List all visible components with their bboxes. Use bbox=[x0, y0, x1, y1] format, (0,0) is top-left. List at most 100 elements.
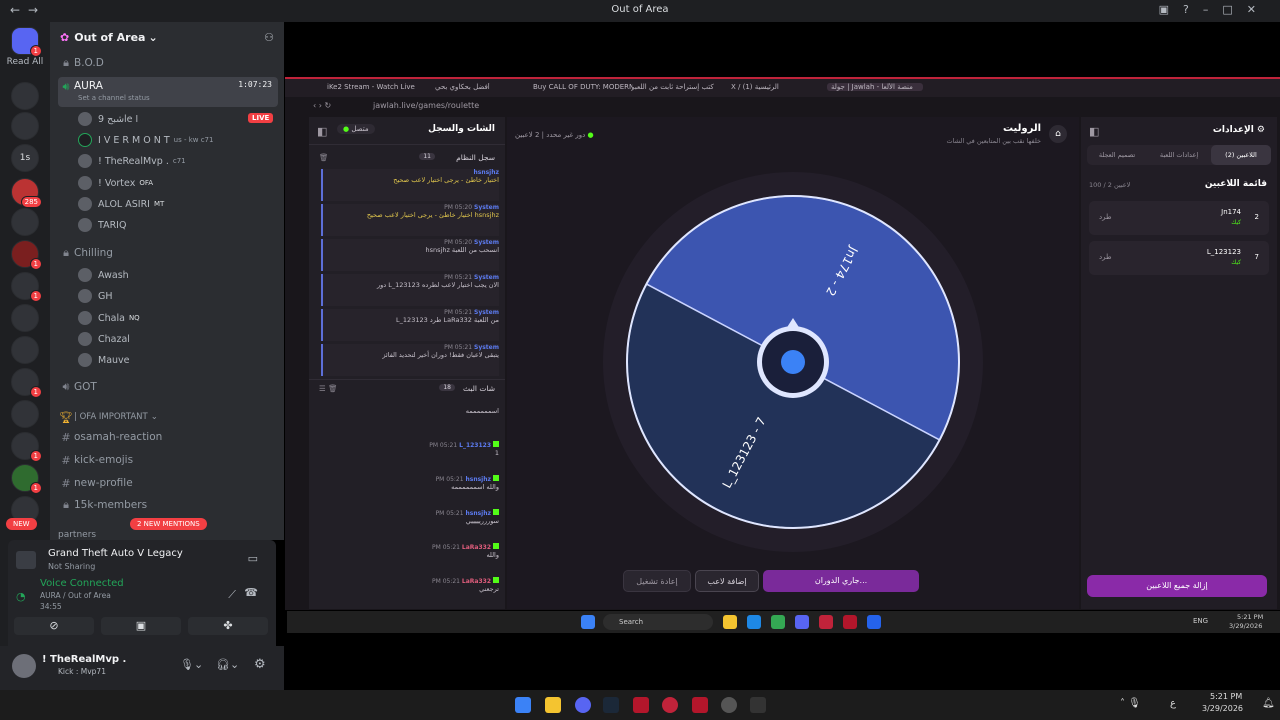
settings-gear-icon[interactable]: ⚙ bbox=[254, 657, 266, 672]
voice-channel-bod[interactable]: 🔒︎ B.O.D bbox=[58, 53, 278, 73]
stream-icon[interactable]: ▭ bbox=[248, 552, 258, 565]
browser-tab[interactable]: Buy CALL OF DUTY: MODERN bbox=[533, 83, 633, 91]
voice-channel-aura[interactable]: 🔊︎ AURA 1:07:23 Set a channel status bbox=[58, 77, 278, 107]
server-icon[interactable] bbox=[11, 112, 39, 140]
kick-button[interactable]: طرد bbox=[1099, 213, 1112, 221]
collapse-icon[interactable]: ◧ bbox=[1089, 125, 1099, 138]
server-icon[interactable] bbox=[11, 208, 39, 236]
voice-channel-chilling[interactable]: 🔒︎ Chilling bbox=[58, 243, 278, 263]
windows-start-icon[interactable] bbox=[515, 697, 531, 713]
app-icon[interactable] bbox=[692, 697, 708, 713]
server-icon[interactable] bbox=[11, 304, 39, 332]
discord-icon[interactable] bbox=[575, 697, 591, 713]
camera-off-button[interactable]: ⊘ bbox=[14, 617, 94, 635]
file-explorer-icon[interactable] bbox=[723, 615, 737, 629]
disconnect-icon[interactable]: ☎ bbox=[244, 586, 258, 599]
tab-game-settings[interactable]: إعدادات اللعبة bbox=[1149, 145, 1209, 165]
voice-user[interactable]: ! TheRealMvp . c71 bbox=[78, 152, 186, 170]
address-bar[interactable]: ‹ › ↻ jawlah.live/games/roulette bbox=[285, 97, 1280, 115]
server-icon[interactable]: 1 bbox=[11, 240, 42, 270]
app-icon[interactable] bbox=[867, 615, 881, 629]
noise-suppression-icon[interactable]: ⟋ bbox=[228, 588, 236, 602]
mic-icon[interactable]: 🎙︎⌄ bbox=[180, 658, 203, 671]
voice-user[interactable]: شبح 9le ا bbox=[78, 110, 138, 128]
voice-user[interactable]: Chala NQ bbox=[78, 309, 140, 327]
server-icon[interactable]: 1 bbox=[11, 272, 42, 302]
menu-icon[interactable]: ☰ 🗑︎ bbox=[319, 384, 338, 393]
user-name: ! TheRealMvp . bbox=[42, 654, 127, 665]
category-partners[interactable]: partners bbox=[58, 530, 96, 540]
server-icon[interactable]: 1 bbox=[11, 368, 42, 398]
browser-tab[interactable]: كتب إستراحة ثابت من اللعبر bbox=[631, 83, 731, 91]
headphones-icon[interactable]: 🎧︎⌄ bbox=[216, 658, 239, 671]
voice-user[interactable]: Awash bbox=[78, 266, 129, 284]
browser-tab-active[interactable]: جولة | Jawlah - منصة الألعا bbox=[827, 83, 923, 91]
new-mentions-pill[interactable]: 2 NEW MENTIONS bbox=[130, 518, 207, 530]
app-icon[interactable] bbox=[633, 697, 649, 713]
text-channel[interactable]: 🔒︎ 15k-members bbox=[58, 495, 278, 515]
server-icon[interactable] bbox=[11, 336, 39, 364]
restart-button[interactable]: إعادة تشغيل bbox=[623, 570, 691, 592]
app-icon[interactable] bbox=[843, 615, 857, 629]
signal-icon: ◔ bbox=[16, 590, 26, 603]
app-icon[interactable] bbox=[721, 697, 737, 713]
screen-share-button[interactable]: ▣ bbox=[101, 617, 181, 635]
activities-button[interactable]: ✤ bbox=[188, 617, 268, 635]
roulette-wheel[interactable]: Jn174 - 2L_123123 - 7 bbox=[507, 117, 1079, 609]
browser-tab[interactable]: X / (1) الرئيسية bbox=[731, 83, 831, 91]
chrome-icon[interactable] bbox=[771, 615, 785, 629]
voice-user[interactable]: I V E R M O N Tus - kw c71 bbox=[78, 131, 213, 149]
hash-icon: # bbox=[61, 430, 71, 444]
text-channel[interactable]: # new-profile bbox=[58, 473, 278, 493]
voice-user[interactable]: Chazal bbox=[78, 330, 130, 348]
voice-user[interactable]: TARIQ bbox=[78, 216, 126, 234]
server-icon[interactable] bbox=[11, 82, 39, 110]
tab-wheel-design[interactable]: تصميم العجلة bbox=[1087, 145, 1147, 165]
server-icon[interactable]: 285 bbox=[11, 178, 42, 208]
guild-header[interactable]: ✿ Out of Area ⌄ ⚇ bbox=[50, 22, 284, 52]
browser-tab[interactable]: أفضل بحكاوي بحي bbox=[435, 83, 535, 91]
add-member-icon: ⚇ bbox=[264, 30, 274, 44]
discord-home-icon[interactable]: 1 bbox=[11, 27, 42, 57]
voice-user[interactable]: Mauve bbox=[78, 351, 130, 369]
read-all-button[interactable]: Read All bbox=[4, 57, 46, 67]
spinning-button[interactable]: جاري الدوران... bbox=[763, 570, 919, 592]
trash-icon[interactable]: 🗑︎ bbox=[319, 153, 329, 162]
voice-user[interactable]: GH bbox=[78, 287, 113, 305]
steam-icon[interactable] bbox=[603, 697, 619, 713]
server-icon[interactable] bbox=[11, 400, 39, 428]
add-player-button[interactable]: إضافة لاعب bbox=[695, 570, 759, 592]
window-controls-icon[interactable]: ▣?–□✕ bbox=[1159, 3, 1270, 16]
language-indicator[interactable]: ENG bbox=[1193, 617, 1208, 625]
text-channel[interactable]: # osamah-reaction bbox=[58, 427, 278, 447]
trophy-icon: 🏆︎ bbox=[59, 410, 73, 424]
voice-user[interactable]: ALOL ASIRI MT bbox=[78, 195, 164, 213]
avatar[interactable] bbox=[12, 654, 36, 678]
opera-icon[interactable] bbox=[662, 697, 678, 713]
search-box[interactable]: Search bbox=[603, 614, 713, 630]
language-indicator[interactable]: ع bbox=[1170, 698, 1176, 709]
new-pill[interactable]: NEW bbox=[6, 518, 37, 530]
remove-all-players-button[interactable]: إزالة جميع اللاعبين bbox=[1087, 575, 1267, 597]
kick-button[interactable]: طرد bbox=[1099, 253, 1112, 261]
tray-icons[interactable]: ˄ 🎙︎ bbox=[1120, 698, 1141, 709]
notification-icon[interactable]: 🔔︎ bbox=[1262, 698, 1275, 709]
app-icon[interactable] bbox=[750, 697, 766, 713]
category-ofa-important[interactable]: 🏆︎ | OFA IMPORTANT ⌄ bbox=[58, 407, 278, 427]
speaker-icon: 🔊︎ bbox=[62, 380, 70, 393]
collapse-icon[interactable]: ◧ bbox=[317, 125, 327, 138]
edge-icon[interactable] bbox=[747, 615, 761, 629]
discord-icon[interactable] bbox=[795, 615, 809, 629]
voice-user[interactable]: ! Vortex OFA bbox=[78, 174, 153, 192]
file-explorer-icon[interactable] bbox=[545, 697, 561, 713]
server-icon[interactable]: 1s bbox=[11, 144, 39, 172]
roulette-main: ⌂ الروليت خلفها نقب بين المتابعين في الش… bbox=[507, 117, 1079, 609]
windows-start-icon[interactable] bbox=[581, 615, 595, 629]
voice-channel-got[interactable]: 🔊︎ GOT bbox=[58, 377, 278, 397]
browser-tab[interactable]: iKe2 Stream - Watch Live bbox=[327, 83, 427, 91]
text-channel[interactable]: # kick-emojis bbox=[58, 450, 278, 470]
opera-icon[interactable] bbox=[819, 615, 833, 629]
server-icon[interactable]: 1 bbox=[11, 464, 42, 494]
tab-players[interactable]: اللاعبين (2) bbox=[1211, 145, 1271, 165]
server-icon[interactable]: 1 bbox=[11, 432, 42, 462]
